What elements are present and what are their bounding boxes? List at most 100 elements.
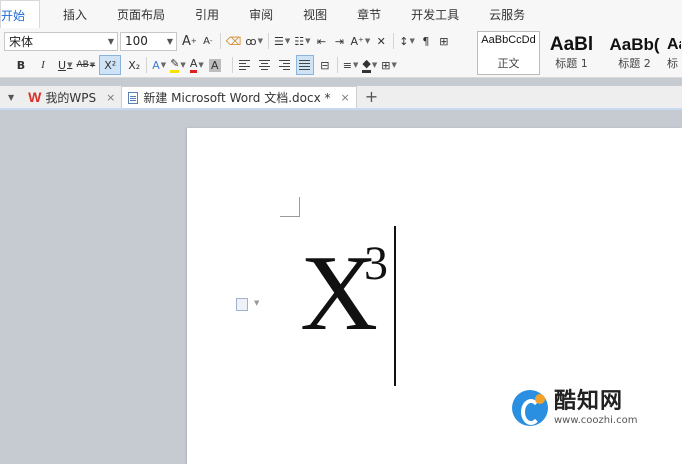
menu-bar: 开始 插入 页面布局 引用 审阅 视图 章节 开发工具 云服务	[0, 0, 682, 28]
style-heading-2[interactable]: AaBb( 标题 2	[603, 31, 666, 75]
menu-tab-developer[interactable]: 开发工具	[396, 0, 474, 28]
divider	[231, 57, 233, 73]
decrease-indent-button[interactable]: ⇤	[312, 31, 330, 51]
clear-format-button[interactable]: ⌫	[224, 31, 244, 51]
font-name-value: 宋体	[9, 34, 34, 49]
font-name-select[interactable]: 宋体 ▼	[4, 31, 118, 51]
underline-button[interactable]: U ▼	[56, 55, 74, 75]
style-name: 标	[667, 57, 678, 70]
justify-icon	[299, 60, 311, 70]
style-normal[interactable]: AaBbCcDd 正文	[477, 31, 540, 75]
chevron-down-icon[interactable]: ▼	[254, 299, 259, 307]
increase-indent-button[interactable]: ⇥	[330, 31, 348, 51]
tab-my-wps[interactable]: W 我的WPS ×	[22, 86, 121, 108]
align-center-button[interactable]	[256, 55, 274, 75]
align-left-button[interactable]	[236, 55, 254, 75]
style-preview: Aa	[667, 36, 681, 53]
menu-tab-start[interactable]: 开始	[0, 0, 41, 28]
style-preview: AaBbCcDd	[481, 34, 536, 46]
ribbon-row-font: 宋体 ▼ 100 ▼ A + A- ⌫ ꝏ ▼ ☰ ▼ ☷ ▼ ⇤ ⇥ A⁺ ▼ ✕ ↕ ▼…	[0, 30, 453, 52]
chevron-down-icon: ▼	[107, 36, 114, 46]
font-color-icon: A	[189, 57, 198, 73]
menu-tab-cloud[interactable]: 云服务	[474, 0, 540, 28]
tab-label: 我的WPS	[45, 90, 97, 105]
borders-button[interactable]: ⊞ ▼	[379, 55, 399, 75]
char-shading-button[interactable]: A	[206, 55, 224, 75]
close-icon[interactable]: ×	[106, 91, 115, 104]
menu-tab-review[interactable]: 审阅	[234, 0, 288, 28]
grow-font-button[interactable]: A +	[180, 31, 199, 51]
text-direction-button[interactable]: A⁺ ▼	[348, 31, 372, 51]
shrink-font-icon: A	[203, 35, 210, 47]
numbered-list-button[interactable]: ☷ ▼	[292, 31, 312, 51]
chevron-down-icon: ▼	[391, 61, 397, 69]
divider	[267, 33, 269, 49]
font-color-button[interactable]: A ▼	[188, 55, 206, 75]
italic-button[interactable]: I	[34, 55, 52, 75]
chevron-down-icon: ▼	[180, 61, 186, 69]
phonetic-button[interactable]: ꝏ ▼	[243, 31, 265, 51]
style-name: 正文	[497, 57, 520, 70]
align-right-button[interactable]	[276, 55, 294, 75]
strikethrough-label: AB	[76, 60, 89, 70]
watermark-url: www.coozhi.com	[554, 414, 638, 426]
coozhi-logo-icon	[512, 390, 548, 426]
show-marks-button[interactable]: ¶	[417, 31, 435, 51]
menu-tab-page-layout[interactable]: 页面布局	[102, 0, 180, 28]
text-effect-icon: A	[152, 58, 160, 72]
document-tab-bar: ▼ W 我的WPS × 新建 Microsoft Word 文档.docx * …	[0, 86, 682, 110]
new-tab-button[interactable]: +	[365, 86, 378, 108]
chinese-layout-icon: ✕	[376, 34, 386, 48]
chevron-down-icon: ▼	[409, 37, 415, 45]
paragraph-mark-icon: ¶	[422, 34, 430, 48]
chevron-down-icon: ▼	[257, 37, 263, 45]
line-spacing-button[interactable]: ≡ ▼	[341, 55, 361, 75]
highlighter-icon: ✎	[170, 57, 180, 73]
chevron-down-icon: ▼	[371, 61, 378, 69]
style-preview: AaBl	[549, 34, 594, 55]
table-button[interactable]: ⊞	[435, 31, 453, 51]
font-size-select[interactable]: 100 ▼	[120, 31, 177, 51]
menu-tab-references[interactable]: 引用	[180, 0, 234, 28]
style-heading-3[interactable]: Aa 标	[666, 31, 682, 75]
style-heading-1[interactable]: AaBl 标题 1	[540, 31, 603, 75]
sort-button[interactable]: ↕ ▼	[397, 31, 417, 51]
wps-logo-icon: W	[28, 89, 42, 105]
paragraph-shading-button[interactable]: ◆ ▼	[360, 55, 379, 75]
text-cursor	[394, 226, 396, 386]
justify-button[interactable]	[295, 55, 314, 75]
divider	[393, 33, 395, 49]
chevron-down-icon: ▼	[284, 37, 291, 45]
menu-tab-view[interactable]: 视图	[288, 0, 342, 28]
ribbon-row-format: B I U ▼ AB ▼ X² X₂ A ▼ ✎ ▼ A ▼ A ⊟ ≡ ▼ ◆ ▼ ⊞ ▼	[0, 54, 399, 76]
numbered-list-icon: ☷	[294, 34, 305, 48]
highlight-button[interactable]: ✎ ▼	[168, 55, 188, 75]
subscript-button[interactable]: X₂	[125, 55, 143, 75]
paint-bucket-icon: ◆	[362, 57, 371, 73]
tab-document[interactable]: 新建 Microsoft Word 文档.docx * ×	[121, 86, 357, 108]
margin-corner-mark	[280, 197, 300, 217]
menu-tab-sections[interactable]: 章节	[342, 0, 396, 28]
shrink-font-button[interactable]: A-	[199, 31, 217, 51]
document-text[interactable]: X 3	[300, 240, 388, 348]
chevron-down-icon: ▼	[67, 61, 73, 69]
chevron-down-icon: ▼	[364, 37, 371, 45]
divider	[146, 57, 148, 73]
text-effect-button[interactable]: A ▼	[150, 55, 168, 75]
menu-tab-insert[interactable]: 插入	[48, 0, 102, 28]
close-icon[interactable]: ×	[341, 91, 350, 104]
bold-button[interactable]: B	[12, 55, 30, 75]
phonetic-icon: ꝏ	[245, 34, 257, 48]
increase-indent-icon: ⇥	[334, 34, 345, 48]
strikethrough-button[interactable]: AB ▼	[74, 55, 97, 75]
chevron-down-icon: ▼	[8, 92, 15, 102]
bullet-list-icon: ☰	[273, 34, 284, 48]
paragraph-handle-icon[interactable]	[236, 298, 248, 311]
tab-bar-menu[interactable]: ▼	[0, 86, 22, 108]
chevron-down-icon: ▼	[198, 61, 204, 69]
grow-font-icon: A	[182, 33, 191, 49]
superscript-button[interactable]: X²	[99, 55, 122, 75]
distributed-align-button[interactable]: ⊟	[316, 55, 334, 75]
chinese-layout-button[interactable]: ✕	[372, 31, 390, 51]
bullet-list-button[interactable]: ☰ ▼	[272, 31, 292, 51]
